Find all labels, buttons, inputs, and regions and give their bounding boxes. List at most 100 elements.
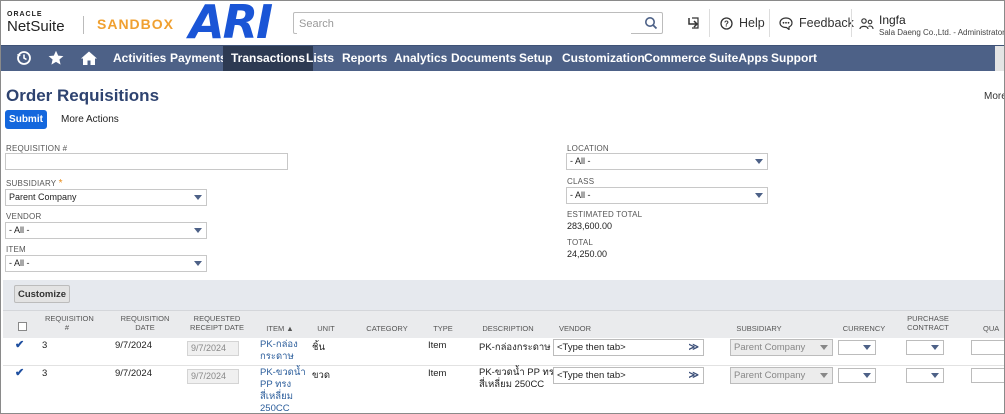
currency-select[interactable] [838,340,876,355]
column-currency[interactable]: CURRENCY [839,324,889,333]
item-link[interactable]: PK-กล่อง กระดาษ [260,339,298,363]
column-requisition-number[interactable]: REQUISITION # [45,314,94,332]
chevron-down-icon [194,195,202,200]
netsuite-window: ORACLE NetSuite SANDBOX ARI ? Help [0,0,1005,414]
recent-records-icon[interactable] [685,15,701,31]
location-value: - All - [570,156,591,166]
chevron-down-icon [194,261,202,266]
user-roles-icon [859,18,874,30]
vendor-combo-text: <Type then tab> [557,342,626,353]
subsidiary-select[interactable]: Parent Company [730,339,833,356]
item-name-line: PK-ขวดน้ำ [260,367,306,378]
requisition-date: 9/7/2024 [115,368,152,379]
help-link[interactable]: ? Help [720,16,765,30]
item-select[interactable]: - All - [5,255,207,272]
submit-button[interactable]: Submit [5,110,47,129]
column-subsidiary[interactable]: SUBSIDIARY [730,324,788,333]
nav-support[interactable]: Support [763,46,825,71]
estimated-total-value: 283,600.00 [567,221,613,231]
column-purchase-contract[interactable]: PURCHASE CONTRACT [903,314,953,332]
main-navigation: Activities Payments Transactions Lists R… [1,45,1004,71]
vendor-select[interactable]: - All - [5,222,207,239]
subsidiary-select[interactable]: Parent Company [730,367,833,384]
location-label: LOCATION [567,144,609,153]
table-row: ✔ 3 9/7/2024 9/7/2024 PK-กล่อง กระดาษ ชิ… [3,338,1004,365]
type: Item [428,340,447,351]
column-unit[interactable]: UNIT [309,324,343,333]
vendor-combo[interactable]: <Type then tab> ≫ [553,339,704,356]
header-divider [851,9,852,37]
type: Item [428,368,447,379]
search-input[interactable] [297,14,631,34]
subsidiary-text: Parent Company [734,370,806,381]
item-link[interactable]: PK-ขวดน้ำ PP ทรง สี่เหลี่ยม 250CC [260,367,306,414]
search-icon[interactable] [644,16,658,30]
logo-divider [83,16,84,34]
netsuite-logo[interactable]: ORACLE NetSuite [7,11,65,34]
nav-scrollbar[interactable] [995,46,1004,71]
requested-receipt-date[interactable]: 9/7/2024 [187,369,239,384]
vendor-label: VENDOR [6,212,42,221]
unit: ชิ้น [312,342,325,353]
chevron-down-icon [931,373,939,378]
column-requisition-date[interactable]: REQUISITION DATE [116,314,174,332]
feedback-label: Feedback [799,16,854,30]
item-value: - All - [9,258,30,268]
purchase-contract-select[interactable] [906,340,944,355]
user-role: Sala Daeng Co.,Ltd. - Administrator [879,28,1005,37]
column-vendor[interactable]: VENDOR [555,324,595,333]
column-quantity[interactable]: QUA [983,324,1004,333]
column-requested-receipt-date[interactable]: REQUESTED RECEIPT DATE [189,314,245,332]
table-header: REQUISITION # REQUISITION DATE REQUESTED… [3,310,1004,340]
nav-setup[interactable]: Setup [511,46,560,71]
purchase-contract-select[interactable] [906,368,944,383]
class-select[interactable]: - All - [566,187,768,204]
home-icon[interactable] [80,50,98,66]
column-type[interactable]: TYPE [427,324,459,333]
requisition-date: 9/7/2024 [115,340,152,351]
recent-icon[interactable] [15,50,33,66]
item-name-line: สี่เหลี่ยม [260,391,293,402]
description-line: สี่เหลี่ยม 250CC [479,379,545,390]
chevron-down-icon [863,345,871,350]
svg-text:?: ? [724,19,729,28]
column-description[interactable]: DESCRIPTION [477,324,539,333]
double-chevron-down-icon[interactable]: ≫ [689,341,699,355]
page-title: Order Requisitions [6,86,160,105]
total-label: TOTAL [567,238,594,247]
class-value: - All - [570,190,591,200]
item-label: ITEM [6,245,26,254]
sandbox-label: SANDBOX [97,16,175,32]
feedback-link[interactable]: Feedback [779,16,854,30]
more-link[interactable]: More [984,91,1004,102]
class-label: CLASS [567,177,595,186]
requested-receipt-date[interactable]: 9/7/2024 [187,341,239,356]
row-checkbox[interactable]: ✔ [15,368,26,379]
requisition-number: 3 [42,368,48,379]
select-all-checkbox[interactable] [18,322,27,331]
subsidiary-select[interactable]: Parent Company [5,189,207,206]
currency-select[interactable] [838,368,876,383]
vendor-value: - All - [9,225,30,235]
sublist-toolbar [3,280,1004,310]
vendor-combo[interactable]: <Type then tab> ≫ [553,367,704,384]
column-category[interactable]: CATEGORY [361,324,413,333]
estimated-total-label: ESTIMATED TOTAL [567,210,643,219]
quantity-input[interactable] [971,340,1004,355]
subsidiary-text: Parent Company [734,342,806,353]
item-name-line: PP ทรง [260,379,292,390]
requisition-number-input[interactable] [5,153,288,170]
double-chevron-down-icon[interactable]: ≫ [689,369,699,383]
item-name-line: 250CC [260,403,290,414]
star-icon[interactable] [47,50,65,66]
help-label: Help [739,16,765,30]
row-checkbox[interactable]: ✔ [15,340,26,351]
company-logo: ARI [189,0,273,49]
more-actions-button[interactable]: More Actions [61,114,119,125]
column-item[interactable]: ITEM ▲ [260,324,300,333]
location-select[interactable]: - All - [566,153,768,170]
quantity-input[interactable] [971,368,1004,383]
chevron-down-icon [755,159,763,164]
customize-button[interactable]: Customize [14,285,70,303]
description: PK-ขวดน้ำ PP ทรง สี่เหลี่ยม 250CC [479,367,558,391]
